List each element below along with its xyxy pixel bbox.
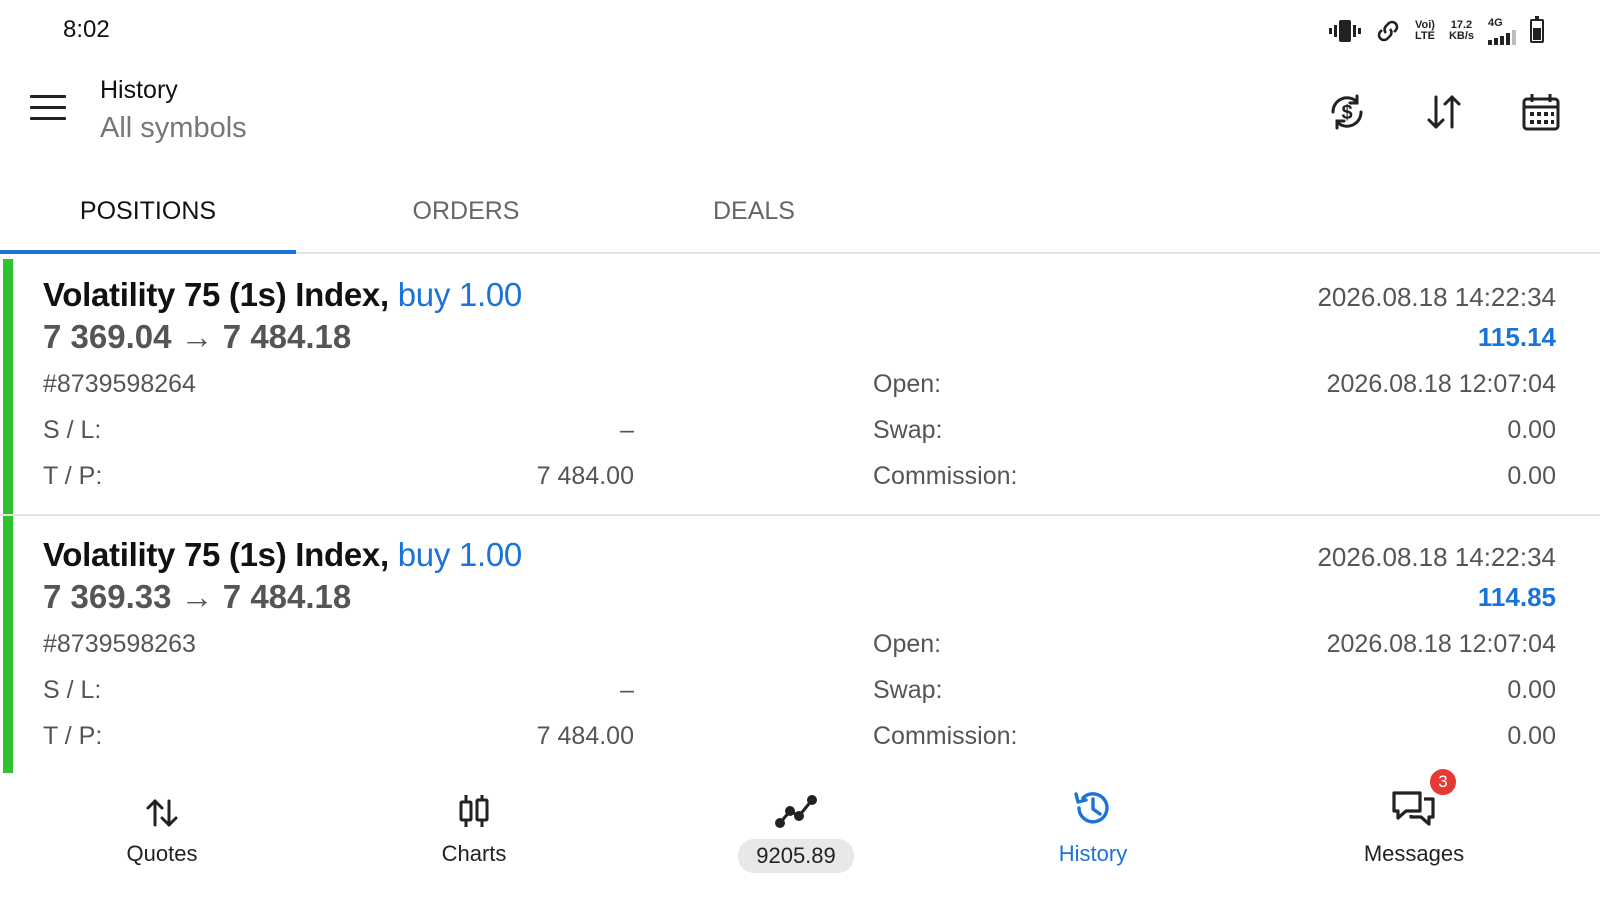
- open-label: Open:: [873, 630, 942, 658]
- sl-value: –: [620, 416, 634, 444]
- position-direction-bar: [3, 259, 13, 514]
- volte-indicator: Voi) LTE: [1415, 20, 1435, 42]
- position-card[interactable]: Volatility 75 (1s) Index, buy 1.00 7 369…: [0, 516, 1600, 776]
- trade-chart-icon: [775, 773, 817, 833]
- position-symbol: Volatility 75 (1s) Index, buy 1.00: [43, 536, 522, 574]
- nav-charts-label: Charts: [441, 841, 507, 866]
- signal-icon: 4G: [1488, 16, 1516, 45]
- position-profit: 115.14: [1477, 322, 1556, 352]
- position-symbol: Volatility 75 (1s) Index, buy 1.00: [43, 276, 522, 314]
- status-time: 8:02: [63, 16, 110, 43]
- swap-label: Swap:: [873, 416, 943, 444]
- menu-icon[interactable]: [30, 95, 66, 125]
- network-type: 4G: [1488, 16, 1503, 29]
- candlestick-icon: [457, 773, 491, 833]
- ticket-number: #8739598263: [43, 630, 196, 658]
- sl-label: S / L:: [43, 676, 102, 704]
- status-bar: 8:02 Voi) LTE 17.2 KB/s 4G: [0, 0, 1600, 60]
- tp-value: 7 484.00: [536, 462, 634, 490]
- tab-orders[interactable]: ORDERS: [316, 170, 616, 252]
- sl-label: S / L:: [43, 416, 102, 444]
- nav-quotes-label: Quotes: [126, 841, 198, 866]
- tab-positions[interactable]: POSITIONS: [0, 170, 296, 252]
- symbol-name: Volatility 75 (1s) Index,: [43, 536, 389, 573]
- position-side: buy 1.00: [397, 536, 523, 573]
- commission-label: Commission:: [873, 722, 1018, 750]
- page-title: History: [100, 76, 178, 104]
- nav-messages-label: Messages: [1363, 841, 1465, 866]
- messages-icon: 3: [1390, 767, 1458, 833]
- account-balance: 9205.89: [738, 839, 854, 873]
- positions-list: Volatility 75 (1s) Index, buy 1.00 7 369…: [0, 256, 1600, 776]
- commission-value: 0.00: [1507, 462, 1556, 490]
- open-value: 2026.08.18 12:07:04: [1326, 630, 1556, 658]
- speed-unit: KB/s: [1448, 30, 1474, 42]
- nav-trade[interactable]: 9205.89: [696, 773, 896, 893]
- swap-value: 0.00: [1507, 416, 1556, 444]
- nav-charts[interactable]: Charts: [374, 773, 574, 893]
- position-prices: 7 369.04 → 7 484.18: [43, 318, 352, 355]
- close-time: 2026.08.18 14:22:34: [1317, 542, 1556, 572]
- symbol-name: Volatility 75 (1s) Index,: [43, 276, 389, 313]
- tab-deals[interactable]: DEALS: [606, 170, 902, 252]
- svg-text:$: $: [1341, 102, 1352, 124]
- swap-label: Swap:: [873, 676, 943, 704]
- ticket-number: #8739598264: [43, 370, 196, 398]
- tp-label: T / P:: [43, 462, 103, 490]
- sl-value: –: [620, 676, 634, 704]
- close-time: 2026.08.18 14:22:34: [1317, 282, 1556, 312]
- link-icon: [1375, 18, 1401, 44]
- quotes-icon: [144, 773, 180, 833]
- position-direction-bar: [3, 516, 13, 774]
- nav-messages[interactable]: 3 Messages: [1314, 767, 1514, 893]
- symbol-filter[interactable]: All symbols: [100, 112, 247, 145]
- tp-value: 7 484.00: [536, 722, 634, 750]
- open-label: Open:: [873, 370, 942, 398]
- position-prices: 7 369.33 → 7 484.18: [43, 578, 352, 615]
- swap-value: 0.00: [1507, 676, 1556, 704]
- vibrate-icon: [1328, 18, 1361, 44]
- status-icons: Voi) LTE 17.2 KB/s 4G: [1328, 16, 1544, 46]
- position-card[interactable]: Volatility 75 (1s) Index, buy 1.00 7 369…: [0, 256, 1600, 516]
- volte-line2: LTE: [1414, 30, 1435, 42]
- nav-quotes[interactable]: Quotes: [62, 773, 262, 893]
- tp-label: T / P:: [43, 722, 103, 750]
- messages-badge: 3: [1428, 767, 1458, 797]
- bottom-navigation: Quotes Charts 9205.89 History 3 Messages: [0, 767, 1600, 900]
- nav-history-label: History: [1058, 841, 1128, 866]
- network-speed: 17.2 KB/s: [1449, 20, 1474, 42]
- active-tab-indicator: [0, 250, 296, 254]
- history-tabs: POSITIONS ORDERS DEALS: [0, 170, 1600, 254]
- calendar-icon[interactable]: [1517, 88, 1565, 136]
- commission-value: 0.00: [1507, 722, 1556, 750]
- app-bar: History All symbols $: [0, 60, 1600, 170]
- commission-label: Commission:: [873, 462, 1018, 490]
- open-value: 2026.08.18 12:07:04: [1326, 370, 1556, 398]
- history-icon: [1072, 773, 1114, 833]
- currency-refresh-icon[interactable]: $: [1323, 88, 1371, 136]
- position-profit: 114.85: [1477, 582, 1556, 612]
- nav-history[interactable]: History: [993, 773, 1193, 893]
- position-side: buy 1.00: [397, 276, 523, 313]
- sort-icon[interactable]: [1420, 88, 1468, 136]
- battery-icon: [1530, 16, 1544, 43]
